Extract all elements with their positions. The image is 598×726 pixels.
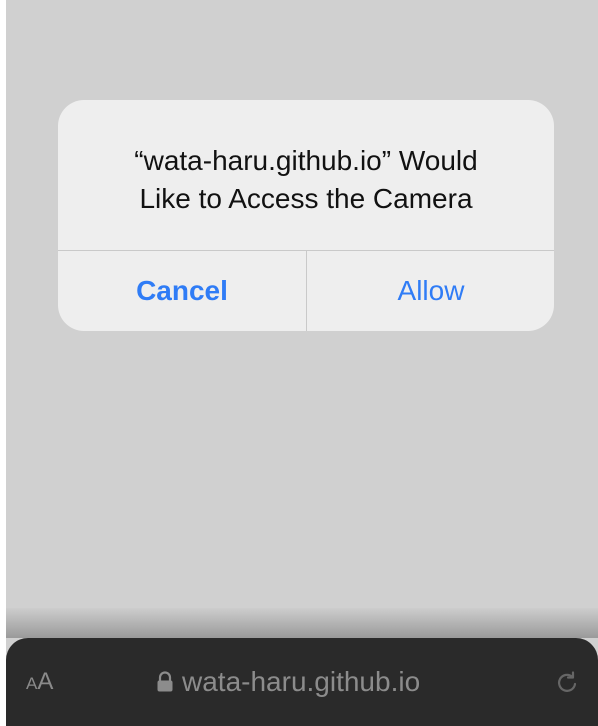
aa-large-label: A bbox=[37, 668, 54, 695]
address-bar[interactable]: wata-haru.github.io bbox=[156, 662, 420, 702]
toolbar-shadow bbox=[6, 608, 598, 638]
page-background: “wata-haru.github.io” Would Like to Acce… bbox=[6, 0, 598, 726]
dialog-title: “wata-haru.github.io” Would Like to Acce… bbox=[134, 145, 478, 214]
text-size-button[interactable]: AA bbox=[26, 668, 53, 696]
browser-toolbar: AA wata-haru.github.io bbox=[6, 638, 598, 726]
reload-icon[interactable] bbox=[554, 670, 580, 696]
url-text: wata-haru.github.io bbox=[182, 666, 421, 697]
camera-permission-dialog: “wata-haru.github.io” Would Like to Acce… bbox=[58, 100, 554, 331]
cancel-button[interactable]: Cancel bbox=[58, 251, 306, 331]
lock-icon bbox=[157, 671, 173, 692]
allow-button[interactable]: Allow bbox=[307, 251, 554, 331]
aa-small-label: A bbox=[26, 674, 38, 693]
